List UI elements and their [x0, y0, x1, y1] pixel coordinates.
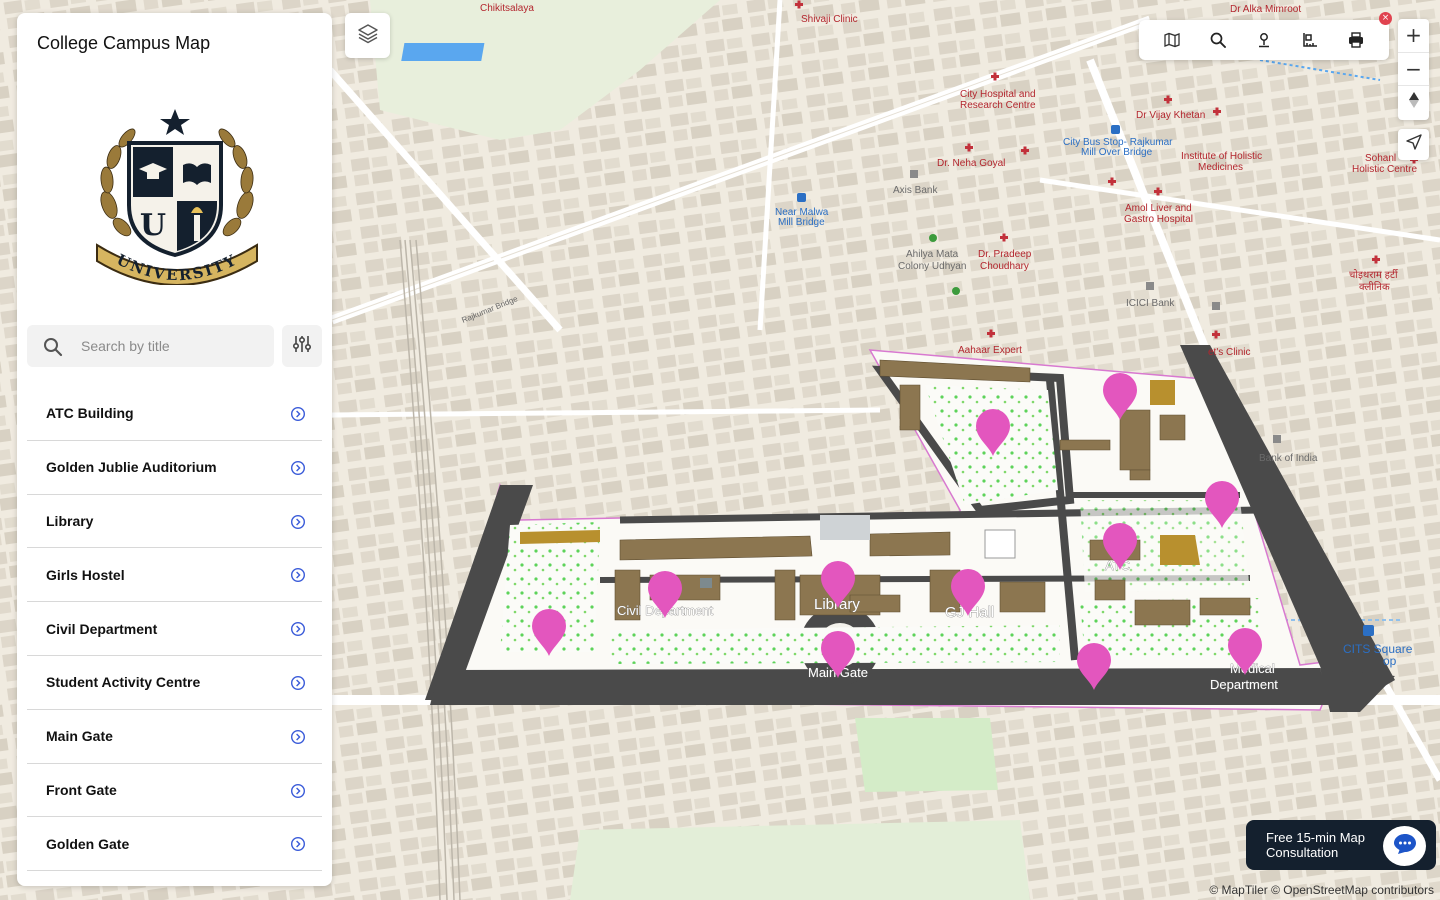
page-title: College Campus Map: [37, 33, 211, 53]
map-place: Ahilya Mata: [906, 249, 959, 260]
location-item-civil-department[interactable]: Civil Department: [27, 602, 322, 656]
close-badge[interactable]: ×: [1379, 12, 1392, 25]
university-logo: U UNIVERSITY: [87, 105, 267, 286]
map-place: Bank of India: [1259, 453, 1318, 464]
consultation-line2: Consultation: [1266, 845, 1339, 860]
locate-target-icon[interactable]: [290, 729, 306, 745]
map-attribution[interactable]: © MapTiler © OpenStreetMap contributors: [1209, 883, 1434, 897]
map-place: Holistic Centre: [1352, 164, 1417, 175]
map-view-icon[interactable]: [1161, 29, 1183, 51]
map-place: Research Centre: [960, 100, 1036, 111]
map-place: ICICI Bank: [1126, 298, 1175, 309]
map-place: et's Clinic: [1208, 347, 1250, 358]
compass-button[interactable]: [1398, 86, 1429, 120]
map-place: Dr. Neha Goyal: [937, 158, 1005, 169]
print-icon[interactable]: [1345, 29, 1367, 51]
map-place: Chikitsalaya: [480, 3, 534, 14]
campus-label: Department: [1210, 677, 1278, 692]
map-place: Colony Udhyan: [898, 261, 966, 272]
zoom-out-button[interactable]: −: [1398, 53, 1429, 87]
layers-icon: [357, 22, 379, 49]
locate-target-icon[interactable]: [290, 406, 306, 422]
locate-target-icon[interactable]: [290, 836, 306, 852]
map-place: चोइथराम हर्टी: [1349, 269, 1398, 281]
minus-icon: −: [1405, 56, 1422, 81]
search-input[interactable]: [81, 325, 266, 367]
map-place: Sohanl: [1365, 153, 1396, 164]
location-item-golden-gate[interactable]: Golden Gate: [27, 817, 322, 872]
locate-target-icon[interactable]: [290, 514, 306, 530]
location-item-library[interactable]: Library: [27, 495, 322, 549]
locate-target-icon[interactable]: [290, 783, 306, 799]
map-place: Choudhary: [980, 261, 1029, 272]
search-field: [27, 325, 274, 367]
location-item-label: Front Gate: [46, 781, 117, 798]
locate-target-icon[interactable]: [290, 675, 306, 691]
pin-icon[interactable]: [1253, 29, 1275, 51]
map-place: Shivaji Clinic: [801, 14, 858, 25]
location-item-golden-jublie-auditorium[interactable]: Golden Jublie Auditorium: [27, 441, 322, 495]
chat-bubble-icon: [1393, 833, 1417, 860]
layers-button[interactable]: [345, 13, 390, 58]
location-item-student-activity-centre[interactable]: Student Activity Centre: [27, 656, 322, 710]
location-item-main-gate[interactable]: Main Gate: [27, 710, 322, 764]
zoom-controls: + −: [1398, 19, 1429, 120]
map-place: Dr Vijay Khetan: [1136, 110, 1205, 121]
location-item-label: Student Activity Centre: [46, 674, 201, 691]
location-item-label: Civil Department: [46, 620, 158, 637]
location-item-label: Girls Hostel: [46, 566, 125, 583]
location-item-front-gate[interactable]: Front Gate: [27, 764, 322, 818]
map-place: Axis Bank: [893, 185, 938, 196]
locate-target-icon[interactable]: [290, 621, 306, 637]
navigation-arrow-icon: [1405, 134, 1422, 155]
location-item-label: Library: [46, 512, 94, 529]
search-icon: [43, 337, 63, 357]
map-place: Mill Over Bridge: [1081, 147, 1153, 158]
locate-target-icon[interactable]: [290, 567, 306, 583]
map-place: Medicines: [1198, 162, 1243, 173]
search-icon[interactable]: [1207, 29, 1229, 51]
locate-target-icon[interactable]: [290, 460, 306, 476]
location-item-label: Golden Gate: [46, 835, 130, 852]
filter-sliders-icon: [292, 334, 312, 359]
zoom-in-button[interactable]: +: [1398, 19, 1429, 53]
map-place: Gastro Hospital: [1124, 214, 1193, 225]
location-item-label: Golden Jublie Auditorium: [46, 459, 217, 476]
ruler-icon[interactable]: [1299, 29, 1321, 51]
map-place: CITS Square: [1343, 642, 1413, 656]
consultation-line1: Free 15-min Map: [1266, 830, 1365, 845]
compass-icon: [1408, 92, 1420, 113]
location-item-label: ATC Building: [46, 405, 134, 422]
map-place: City Hospital and: [960, 89, 1036, 100]
location-item-atc-building[interactable]: ATC Building: [27, 387, 322, 441]
map-place: Dr. Pradeep: [978, 249, 1032, 260]
location-list: ATC Building Golden Jublie Auditorium Li…: [27, 387, 322, 872]
location-item-label: Main Gate: [46, 728, 113, 745]
plus-icon: +: [1405, 23, 1422, 48]
sidebar-panel: College Campus Map U UNIVERSITY Search b…: [17, 13, 332, 886]
logo-letter: U: [140, 208, 166, 243]
filter-button[interactable]: [282, 325, 322, 367]
consultation-banner[interactable]: Free 15-min Map Consultation: [1246, 820, 1436, 870]
map-place: Mill Bridge: [778, 217, 825, 228]
map-place: Amol Liver and: [1125, 203, 1192, 214]
map-place: Aahaar Expert: [958, 345, 1022, 356]
map-place: op: [1383, 654, 1397, 668]
geolocate-button[interactable]: [1398, 129, 1429, 160]
location-item-girls-hostel[interactable]: Girls Hostel: [27, 548, 322, 603]
map-place: Institute of Holistic: [1181, 151, 1262, 162]
map-toolbar: [1139, 20, 1389, 60]
map-place: क्लीनिक: [1359, 281, 1390, 293]
chat-button[interactable]: [1383, 826, 1426, 866]
map-place: Dr Alka Mimroot: [1230, 4, 1301, 15]
